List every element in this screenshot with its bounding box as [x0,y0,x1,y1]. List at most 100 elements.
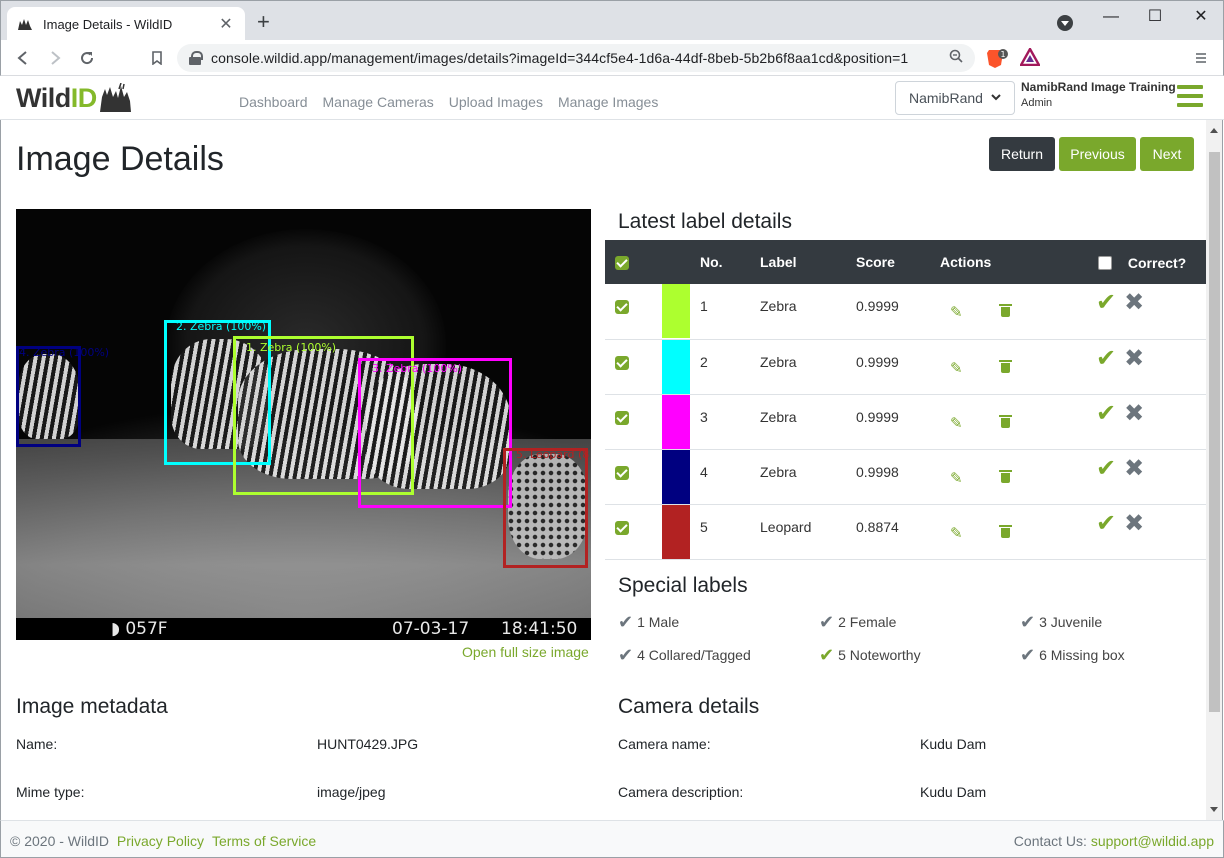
nav-dashboard[interactable]: Dashboard [239,94,308,110]
browser-tabstrip: Image Details - WildID ✕ + — ☐ ✕ [0,0,1224,41]
delete-trash-icon[interactable] [999,304,1013,317]
org-name: NamibRand Image Training [1021,80,1176,94]
delete-trash-icon[interactable] [999,469,1013,483]
brave-shields-icon[interactable]: 1 [986,48,1008,68]
forward-icon[interactable] [41,44,69,72]
back-icon[interactable] [9,44,37,72]
row-checkbox[interactable] [615,410,629,425]
logo-word: WildID [16,82,97,113]
mark-incorrect-x-icon[interactable]: ✖ [1124,291,1144,315]
mark-incorrect-x-icon[interactable]: ✖ [1124,456,1144,480]
privacy-policy-link[interactable]: Privacy Policy [117,833,204,849]
lock-icon [189,51,203,65]
wildid-logo[interactable]: WildID [16,80,132,116]
nav-manage-images[interactable]: Manage Images [558,94,658,110]
special-label-male[interactable]: ✔ 1 Male [618,612,679,632]
mark-correct-check-icon[interactable]: ✔ [1096,346,1116,370]
row-no: 1 [700,298,708,314]
delete-trash-icon[interactable] [999,359,1013,373]
edit-pencil-icon[interactable]: ✎ [950,359,963,377]
table-row: 3 Zebra 0.9999 ✎ ✔ ✖ [605,394,1206,449]
browser-menu-icon[interactable] [1187,44,1215,72]
nav-manage-cameras[interactable]: Manage Cameras [323,94,434,110]
bounding-box-label-2: 2. Zebra (100%) [176,320,267,333]
zoom-icon[interactable] [949,49,963,66]
correct-all-checkbox[interactable] [1098,255,1112,270]
special-label-female[interactable]: ✔ 2 Female [819,613,896,631]
delete-trash-icon[interactable] [999,414,1013,428]
col-no: No. [700,254,723,270]
tab-search-icon[interactable] [1057,15,1073,31]
row-checkbox[interactable] [615,520,629,535]
check-icon: ✔ [618,645,634,665]
reload-icon[interactable] [73,44,101,72]
bounding-box-label-5: 5. Leopard (8 [516,448,590,461]
minimize-icon[interactable]: — [1088,5,1134,29]
row-score: 0.8874 [856,518,899,535]
table-row: 2 Zebra 0.9999 ✎ ✔ ✖ [605,339,1206,394]
camera-timestamp-bar: ◗ 057F 07-03-17 18:41:50 [16,618,591,640]
tab-close-icon[interactable]: ✕ [217,14,235,34]
scroll-down-icon[interactable] [1210,807,1218,812]
check-icon: ✔ [1020,645,1036,665]
footer: © 2020 - WildID Privacy Policy Terms of … [0,820,1224,858]
hamburger-menu-icon[interactable] [1177,85,1203,107]
bounding-box-3[interactable] [358,358,512,508]
open-full-size-link[interactable]: Open full size image [462,644,589,660]
camera-name-label: Camera name: [618,736,711,752]
row-checkbox[interactable] [615,300,629,315]
select-all-checkbox[interactable] [615,256,629,271]
edit-pencil-icon[interactable]: ✎ [950,469,963,487]
mark-correct-check-icon[interactable]: ✔ [1096,291,1116,315]
return-button[interactable]: Return [989,137,1055,171]
row-no: 2 [700,353,708,370]
check-icon: ✔ [618,612,634,632]
camera-trap-image[interactable]: 4. Zebra (100%) 2. Zebra (100%) 1. Zebra… [16,209,591,640]
bounding-box-label-4: 4. Zebra (100%) [19,346,110,359]
bookmark-icon[interactable] [143,44,171,72]
chevron-down-icon [991,93,1001,104]
support-email-link[interactable]: support@wildid.app [1091,833,1214,849]
row-checkbox[interactable] [615,355,629,370]
mark-incorrect-x-icon[interactable]: ✖ [1124,511,1144,535]
label-color-swatch [662,394,690,449]
app-navbar: WildID Dashboard Manage Cameras Upload I… [0,76,1224,120]
delete-trash-icon[interactable] [999,524,1013,538]
bounding-box-5[interactable] [503,448,588,568]
special-label-noteworthy[interactable]: ✔ 5 Noteworthy [819,646,921,664]
edit-pencil-icon[interactable]: ✎ [950,303,963,321]
row-checkbox[interactable] [615,465,629,480]
mark-correct-check-icon[interactable]: ✔ [1096,511,1116,535]
mark-incorrect-x-icon[interactable]: ✖ [1124,346,1144,370]
window-close-icon[interactable]: ✕ [1178,5,1224,29]
browser-tab[interactable]: Image Details - WildID ✕ [7,7,245,41]
special-labels-heading: Special labels [618,574,748,597]
mark-correct-check-icon[interactable]: ✔ [1096,401,1116,425]
special-label-juvenile[interactable]: ✔ 3 Juvenile [1020,613,1102,631]
edit-pencil-icon[interactable]: ✎ [950,414,963,432]
address-bar[interactable]: console.wildid.app/management/images/det… [177,44,975,72]
nav-upload-images[interactable]: Upload Images [449,94,543,110]
organization-select[interactable]: NamibRand [895,81,1015,115]
page-scrollbar[interactable] [1206,120,1223,820]
latest-label-heading: Latest label details [618,210,792,233]
next-button[interactable]: Next [1140,137,1194,171]
edit-pencil-icon[interactable]: ✎ [950,524,963,542]
previous-button[interactable]: Previous [1059,137,1136,171]
special-label-missing-box[interactable]: ✔ 6 Missing box [1020,645,1125,665]
special-label-collared[interactable]: ✔ 4 Collared/Tagged [618,645,751,665]
metadata-name-label: Name: [16,736,58,752]
maximize-icon[interactable]: ☐ [1132,5,1178,29]
label-color-swatch [662,504,690,559]
terms-of-service-link[interactable]: Terms of Service [212,833,316,849]
mark-correct-check-icon[interactable]: ✔ [1096,456,1116,480]
bounding-box-4[interactable] [16,346,81,447]
scroll-up-icon[interactable] [1210,128,1218,133]
page-content: Image Details Return Previous Next 4. Ze… [0,120,1206,820]
mark-incorrect-x-icon[interactable]: ✖ [1124,401,1144,425]
table-row: 1 Zebra 0.9999 ✎ ✔ ✖ [605,284,1206,339]
scrollbar-thumb[interactable] [1209,152,1220,712]
browser-toolbar: console.wildid.app/management/images/det… [0,40,1224,76]
new-tab-icon[interactable]: + [257,11,270,33]
brave-rewards-icon[interactable] [1018,46,1042,68]
